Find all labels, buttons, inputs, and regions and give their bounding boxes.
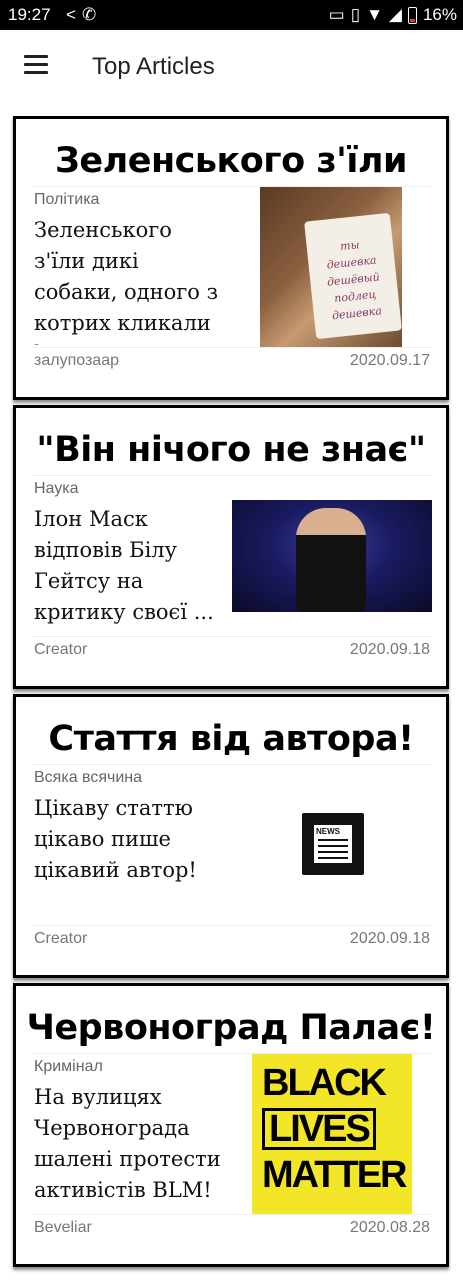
speaker-figure: [296, 508, 366, 612]
article-author: залупозаар: [34, 352, 119, 369]
status-left-icons: <✆: [66, 5, 102, 25]
article-body: Політика Зеленського з'їли дикі собаки, …: [32, 186, 432, 348]
article-category: Кримінал: [34, 1058, 103, 1075]
article-summary: Цікаву статтю цікаво пише цікавий автор!: [34, 796, 197, 882]
article-card[interactable]: Червоноград Палає! Кримінал На вулицях Ч…: [13, 983, 449, 1267]
page-title: Top Articles: [92, 53, 215, 80]
article-headline: Стаття від автора!: [48, 719, 414, 759]
article-card[interactable]: Стаття від автора! Всяка всячина Цікаву …: [13, 694, 449, 978]
man-with-poster-photo: ты дешевка дешёвый подлец дешевка: [260, 187, 402, 347]
article-author: Beveliar: [34, 1219, 92, 1236]
article-summary: Ілон Маск відповів Білу Гейтсу на критик…: [34, 507, 214, 624]
viber-icon: ✆: [81, 5, 103, 24]
article-image: [232, 476, 432, 636]
article-card[interactable]: "Він нічого не знає" Наука Ілон Маск від…: [13, 405, 449, 689]
poster-text: ты дешевка дешёвый подлец дешевка: [304, 212, 402, 340]
article-image: [232, 765, 432, 925]
black-lives-matter-poster: BLACK LIVES MATTER: [252, 1054, 412, 1214]
article-date: 2020.09.18: [349, 930, 430, 947]
newspaper-icon: [302, 813, 364, 875]
hamburger-menu-icon[interactable]: [24, 55, 48, 75]
signal-icon: ◢: [388, 5, 402, 24]
article-date: 2020.08.28: [349, 1219, 430, 1236]
article-summary: На вулицях Червонограда шалені протести …: [34, 1085, 221, 1202]
article-category: Політика: [34, 191, 100, 208]
article-image: BLACK LIVES MATTER: [232, 1054, 432, 1214]
article-image: ты дешевка дешёвый подлец дешевка: [232, 187, 432, 347]
article-category: Всяка всячина: [34, 769, 143, 786]
article-summary: Зеленського з'їли дикі собаки, одного з …: [34, 218, 219, 345]
wifi-icon: ▼: [366, 5, 383, 24]
app-bar: Top Articles: [0, 30, 463, 106]
vibrate-icon: ▯: [350, 5, 361, 24]
article-author: Creator: [34, 930, 88, 947]
battery-percent: 16%: [422, 5, 457, 24]
battery-icon: [407, 6, 417, 24]
status-time: 19:27: [8, 5, 51, 24]
article-date: 2020.09.17: [349, 352, 430, 369]
status-bar: 19:27 <✆ ▭ ▯ ▼ ◢ 16%: [0, 0, 463, 30]
article-body: Кримінал На вулицях Червонограда шалені …: [32, 1053, 432, 1215]
article-card[interactable]: Зеленського з'їли Політика Зеленського з…: [13, 116, 449, 400]
article-author: Creator: [34, 641, 88, 658]
article-body: Наука Ілон Маск відповів Білу Гейтсу на …: [32, 475, 432, 637]
speaker-on-stage-photo: [232, 500, 432, 612]
article-date: 2020.09.18: [349, 641, 430, 658]
article-headline: Червоноград Палає!: [26, 1008, 436, 1048]
share-icon: <: [66, 5, 82, 24]
cast-icon: ▭: [328, 5, 345, 24]
status-right-icons: ▭ ▯ ▼ ◢ 16%: [329, 5, 457, 25]
article-headline: "Він нічого не знає": [36, 430, 426, 470]
article-category: Наука: [34, 480, 79, 497]
article-headline: Зеленського з'їли: [54, 141, 408, 181]
article-body: Всяка всячина Цікаву статтю цікаво пише …: [32, 764, 432, 926]
